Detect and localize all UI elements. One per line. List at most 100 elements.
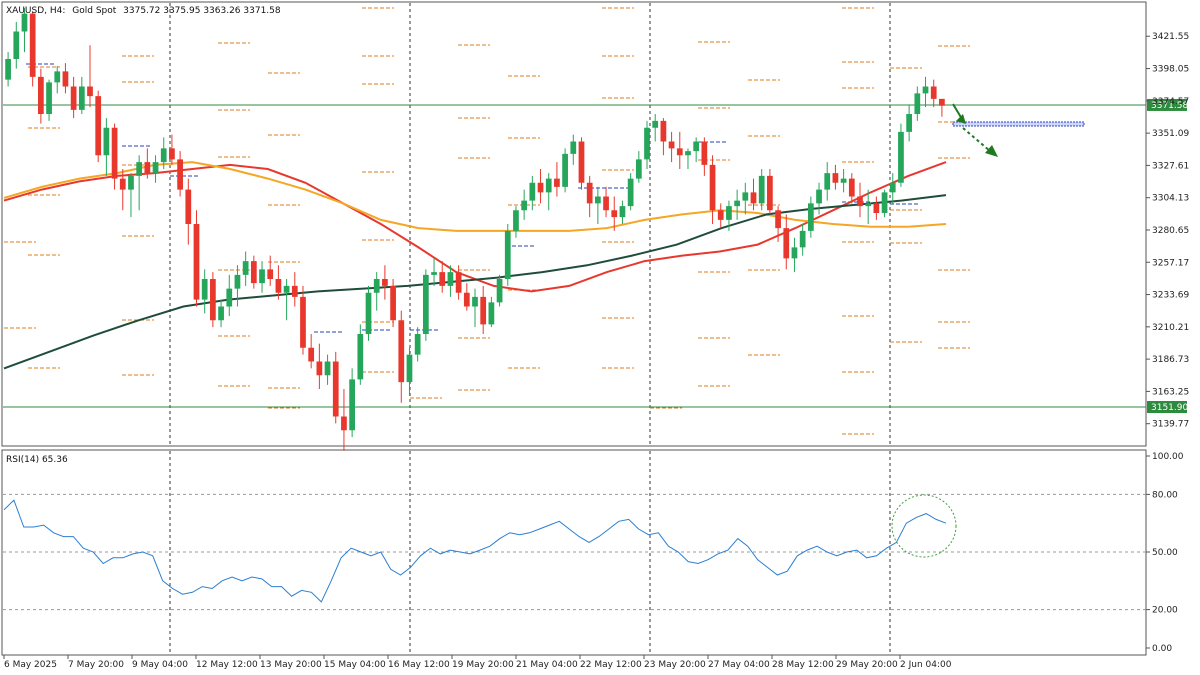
candle-body [496,279,503,303]
candle-body [431,272,437,275]
price-tick-label: 3398.05 [1152,65,1189,75]
candle-body [676,148,683,156]
rsi-indicator [3,493,1146,611]
candle-body [242,261,249,275]
candle-body [390,285,396,321]
candle-body [578,141,585,183]
rsi-title: RSI(14) 65.36 [6,455,68,465]
dashed-arrow-icon [962,127,991,152]
candle-body [332,361,339,417]
time-tick-label: 21 May 04:00 [516,660,578,670]
candle-body [21,13,28,32]
candlesticks [5,8,945,451]
rsi-tick-label: 0.00 [1152,644,1172,654]
candle-body [152,162,159,174]
candle-body [742,192,749,201]
candle-body [717,210,724,220]
time-tick-label: 6 May 2025 [4,660,57,670]
candle-body [627,178,634,207]
time-axis: 6 May 2025 7 May 20:00 9 May 04:00 12 May 1… [3,655,952,670]
candle-body [652,120,659,128]
candle-body [709,164,716,211]
candle-body [480,296,487,325]
price-tick-label: 3163.25 [1152,387,1189,397]
candle-body [373,279,380,293]
candle-body [341,416,347,431]
candle-body [463,292,470,307]
candle-body [775,210,781,229]
candle-body [537,182,544,193]
price-tick-label: 3304.13 [1152,194,1189,204]
price-tick-label: 3374.57 [1152,97,1189,107]
candle-body [857,196,863,207]
price-tick-label: 3257.17 [1152,258,1189,268]
candle-body [791,247,798,259]
candle-body [881,192,888,213]
candle-body [750,192,757,204]
candle-body [807,203,814,231]
candle-body [513,210,519,231]
candle-body [70,86,77,110]
candle-body [87,86,93,97]
candle-body [365,292,372,334]
time-tick-label: 9 May 04:00 [132,660,188,670]
candle-body [545,178,552,193]
description-label: Gold Spot [72,6,116,16]
candle-body [201,279,208,300]
candle-body [488,302,495,325]
price-tick-label: 3210.21 [1152,323,1189,333]
rsi-tick-label: 100.00 [1152,452,1184,462]
rsi-highlight-circle [891,494,957,558]
price-tick-label: 3280.65 [1152,226,1189,236]
target-zone [952,121,1085,127]
candle-body [914,93,921,114]
time-tick-label: 12 May 12:00 [196,660,258,670]
candle-body [562,153,568,187]
chart-header: XAUUSD, H4: Gold Spot 3375.72 3375.95 33… [6,6,281,16]
candle-body [922,86,929,94]
candle-body [873,203,880,213]
candle-body [635,159,642,179]
candle-body [234,274,241,289]
candle-body [119,178,126,190]
candle-body [398,320,405,383]
candle-body [29,13,36,77]
vertical-grid [169,3,891,654]
candle-body [644,127,650,160]
level-tag-label-1: 3151.90 [1151,403,1188,413]
main-panel-frame [1,1,1147,447]
candle-body [824,173,831,190]
candle-body [529,182,536,201]
candle-body [300,296,306,348]
candle-body [250,261,257,284]
candle-body [37,76,44,114]
candle-body [226,288,233,307]
time-tick-label: 7 May 20:00 [68,660,124,670]
pivot-dashes [4,7,970,435]
candle-body [144,162,151,174]
candle-body [906,114,913,132]
price-tick-label: 3351.09 [1152,129,1189,139]
candle-body [218,306,224,321]
candle-body [701,141,708,165]
candle-body [816,189,822,204]
price-chart[interactable]: 3371.583151.90 3421.55 3398.05 3374.57 3351… [0,0,1200,675]
candle-body [504,230,511,279]
candle-body [603,196,609,211]
time-tick-label: 22 May 12:00 [580,660,642,670]
candle-body [898,131,904,183]
price-tick-label: 3139.77 [1152,420,1189,430]
candle-body [169,148,175,160]
horizontal-levels[interactable]: 3371.583151.90 [3,98,1188,414]
candle-body [414,334,421,355]
candle-body [439,272,446,286]
candle-body [291,285,298,297]
candle-body [447,272,454,286]
candle-body [799,230,806,248]
candle-body [128,175,134,190]
time-tick-label: 2 Jun 04:00 [900,660,952,670]
candle-body [422,274,429,334]
candle-body [308,347,315,362]
candle-body [848,178,855,197]
candle-body [136,162,143,176]
